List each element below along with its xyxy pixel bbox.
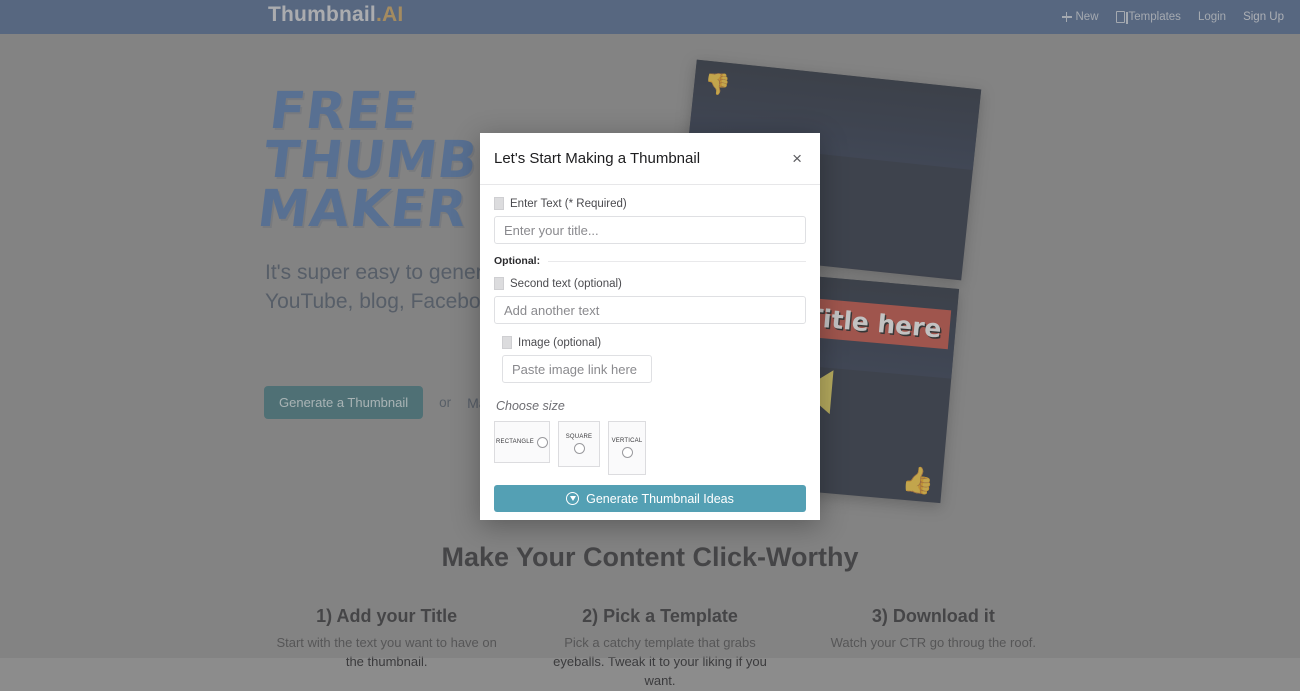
modal-body: Enter Text (* Required) Optional: Second… [480,185,820,475]
image-link-input[interactable] [502,355,652,383]
image-label-text: Image (optional) [518,337,601,349]
divider-rule [548,261,806,262]
size-option-rectangle-label: RECTANGLE [496,439,534,445]
close-icon[interactable]: × [788,148,806,169]
gem-icon [566,492,579,505]
optional-divider-label: Optional: [494,255,540,267]
modal-header: Let's Start Making a Thumbnail × [480,133,820,185]
thumbnail-modal: Let's Start Making a Thumbnail × Enter T… [480,133,820,520]
size-option-vertical-label: VERTICAL [612,438,643,444]
radio-icon[interactable] [537,437,548,448]
second-text-label-text: Second text (optional) [510,278,622,290]
image-field-group: Image (optional) [502,336,806,383]
size-option-square-label: SQUARE [566,434,593,440]
required-text-label: Enter Text (* Required) [494,197,806,210]
size-option-rectangle[interactable]: RECTANGLE [494,421,550,463]
placeholder-icon [494,197,504,210]
radio-icon[interactable] [622,447,633,458]
placeholder-icon [502,336,512,349]
generate-thumbnail-ideas-button[interactable]: Generate Thumbnail Ideas [494,485,806,512]
size-option-vertical[interactable]: VERTICAL [608,421,646,475]
second-text-label: Second text (optional) [494,277,806,290]
modal-footer: Generate Thumbnail Ideas [480,475,820,528]
size-option-square[interactable]: SQUARE [558,421,600,467]
radio-icon[interactable] [574,443,585,454]
optional-divider: Optional: [494,255,806,267]
required-text-label-text: Enter Text (* Required) [510,198,627,210]
second-text-input[interactable] [494,296,806,324]
modal-title: Let's Start Making a Thumbnail [494,150,788,167]
generate-thumbnail-ideas-label: Generate Thumbnail Ideas [586,492,734,506]
placeholder-icon [494,277,504,290]
choose-size-label: Choose size [496,399,806,413]
size-options: RECTANGLE SQUARE VERTICAL [494,421,806,475]
image-label: Image (optional) [502,336,806,349]
title-input[interactable] [494,216,806,244]
